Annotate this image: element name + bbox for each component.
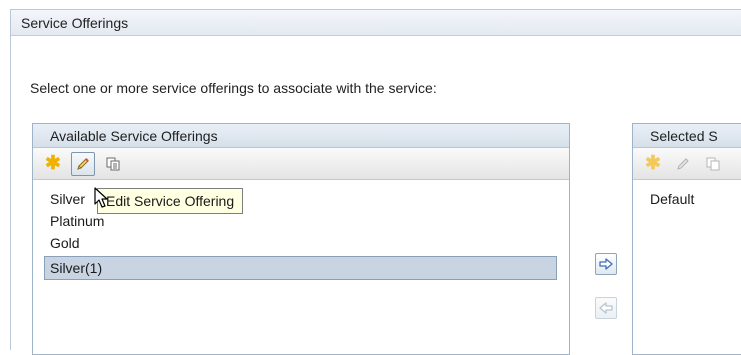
pencil-icon	[77, 157, 89, 170]
selected-list: Default	[633, 180, 741, 210]
new-button[interactable]: ✱	[41, 152, 65, 176]
list-item[interactable]: Default	[633, 188, 741, 210]
selected-offerings-header: Selected S	[633, 124, 741, 148]
new-icon: ✱	[645, 153, 661, 174]
available-toolbar: ✱	[33, 148, 569, 180]
new-button-disabled[interactable]: ✱	[641, 152, 665, 176]
selected-offerings-panel: Selected S ✱ Default	[632, 123, 741, 355]
list-item[interactable]: Gold	[33, 232, 569, 254]
copy-button-disabled[interactable]	[701, 152, 725, 176]
copy-icon	[706, 157, 720, 170]
list-item-selected[interactable]: Silver(1)	[44, 256, 557, 280]
pencil-icon	[677, 157, 689, 170]
available-list: Silver Platinum Gold Silver(1) Edit Serv…	[33, 180, 569, 280]
remove-arrow-button[interactable]	[595, 297, 617, 319]
copy-button[interactable]	[101, 152, 125, 176]
mouse-cursor-icon	[94, 187, 108, 208]
add-arrow-button[interactable]	[595, 253, 617, 275]
copy-icon	[106, 157, 120, 170]
panel-title: Service Offerings	[11, 10, 741, 36]
edit-button[interactable]	[71, 151, 95, 176]
available-offerings-header: Available Service Offerings	[33, 124, 569, 148]
edit-button-disabled[interactable]	[671, 152, 695, 176]
arrow-right-icon	[599, 258, 613, 270]
edit-tooltip: Edit Service Offering	[97, 188, 244, 214]
available-offerings-panel: Available Service Offerings ✱ Silver Pla…	[32, 123, 570, 355]
new-icon: ✱	[45, 153, 61, 174]
arrow-left-icon	[599, 302, 613, 314]
selected-toolbar: ✱	[633, 148, 741, 180]
instruction-text: Select one or more service offerings to …	[30, 80, 437, 96]
